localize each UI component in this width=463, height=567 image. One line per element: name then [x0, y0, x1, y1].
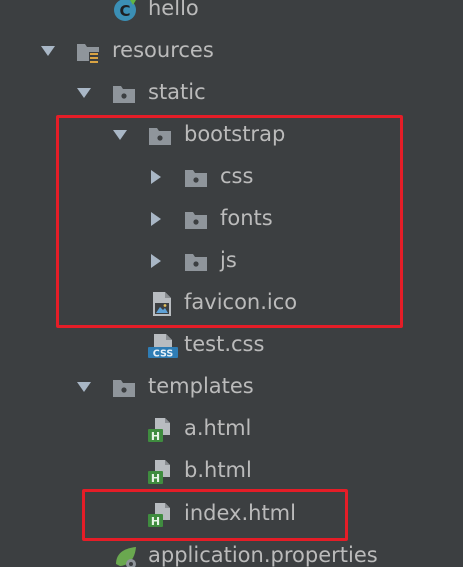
folder-icon: [112, 81, 136, 107]
tree-item-label: a.html: [184, 416, 252, 440]
java-class-icon: C: [113, 0, 137, 23]
tree-item-b-html[interactable]: H b.html: [0, 450, 463, 492]
chevron-down-icon[interactable]: [76, 379, 92, 395]
svg-text:H: H: [151, 472, 160, 485]
tree-item-label: templates: [148, 374, 254, 398]
tree-item-templates[interactable]: templates: [0, 366, 463, 408]
tree-item-label: resources: [112, 38, 214, 62]
tree-item-test-css[interactable]: CSS test.css: [0, 324, 463, 366]
svg-text:H: H: [151, 430, 160, 443]
tree-item-label: hello: [148, 0, 199, 20]
resources-folder-icon: [76, 39, 100, 65]
chevron-down-icon[interactable]: [76, 85, 92, 101]
svg-text:C: C: [119, 2, 130, 20]
folder-icon: [112, 375, 136, 401]
html-file-icon: H: [148, 459, 172, 485]
tree-item-label: static: [148, 80, 206, 104]
tree-item-label: b.html: [184, 458, 252, 482]
tree-item-resources[interactable]: resources: [0, 30, 463, 72]
html-file-icon: H: [148, 417, 172, 443]
tree-item-hello[interactable]: C hello: [0, 0, 463, 30]
highlight-box-bootstrap: [56, 115, 403, 328]
css-file-icon: CSS: [148, 333, 180, 359]
chevron-down-icon[interactable]: [40, 43, 56, 59]
tree-item-label: application.properties: [148, 543, 378, 567]
svg-text:CSS: CSS: [153, 349, 174, 360]
tree-item-static[interactable]: static: [0, 72, 463, 114]
spring-properties-icon: [114, 544, 138, 567]
tree-item-label: test.css: [184, 332, 265, 356]
tree-item-a-html[interactable]: H a.html: [0, 408, 463, 450]
highlight-box-index: [82, 489, 348, 541]
